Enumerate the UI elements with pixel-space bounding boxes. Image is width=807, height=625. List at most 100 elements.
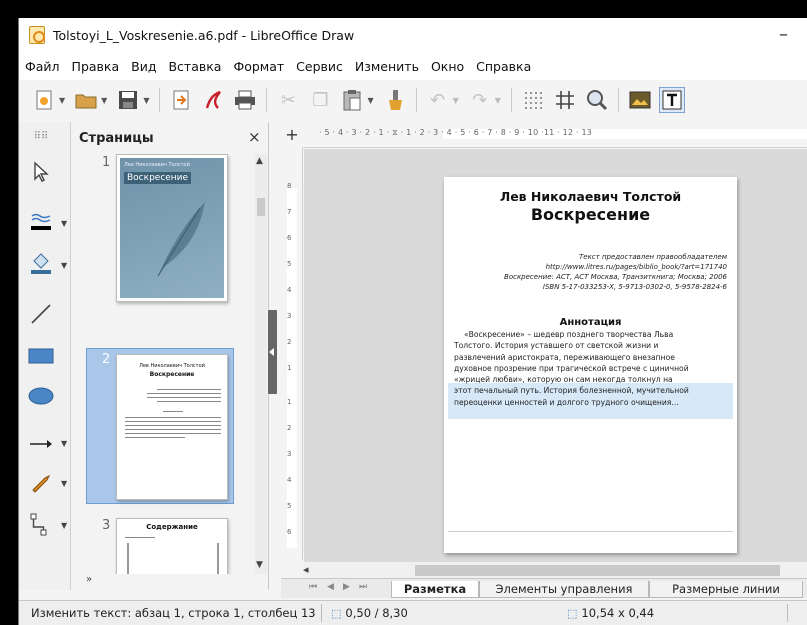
ruler-ticks: · 5 · 4 · 3 · 2 · 1 · ⧖ · 1 · 2 · 3 · 4 … <box>319 128 593 137</box>
vertical-ruler[interactable]: 8 7 6 5 4 3 2 1 1 2 3 4 5 6 <box>281 148 303 560</box>
annotation-body[interactable]: «Воскресение» – шедевр позднего творчест… <box>454 329 727 408</box>
ruler-tick: 6 <box>287 528 292 536</box>
meta-line[interactable]: Воскресение: АСТ, АСТ Москва, Транзиткни… <box>504 273 727 281</box>
export-pdf-icon[interactable] <box>200 87 226 113</box>
meta-line[interactable]: http://www.litres.ru/pages/biblio_book/?… <box>546 263 727 271</box>
tab-dimension-lines[interactable]: Размерные линии <box>649 581 803 598</box>
ruler-origin-icon: + <box>285 125 299 144</box>
last-tab-icon[interactable]: ⏭ <box>359 582 367 592</box>
arrow-line-caret[interactable]: ▼ <box>61 439 67 448</box>
scrollbar-thumb[interactable] <box>415 565 780 576</box>
undo-dropdown-caret[interactable]: ▼ <box>453 96 459 105</box>
new-dropdown-caret[interactable]: ▼ <box>59 96 65 105</box>
page-thumbnail-2[interactable]: Лев Николаевич Толстой Воскресение <box>116 354 228 500</box>
ruler-tick: 1 <box>287 364 292 372</box>
redo-dropdown-caret[interactable]: ▼ <box>495 96 501 105</box>
menu-insert[interactable]: Вставка <box>168 59 221 74</box>
scroll-left-icon[interactable]: ◂ <box>303 563 309 576</box>
ruler-tick: 6 <box>287 234 292 242</box>
status-bar: Изменить текст: абзац 1, строка 1, столб… <box>19 600 807 625</box>
minimize-button[interactable]: – <box>779 24 788 45</box>
open-folder-icon[interactable] <box>73 87 99 113</box>
paste-dropdown-caret[interactable]: ▼ <box>367 96 373 105</box>
scrollbar-thumb[interactable] <box>257 198 265 216</box>
drawing-toolbar: ⠿⠿ ▼ ▼ ▼ ▼ ▼ <box>19 122 71 590</box>
fill-color-caret[interactable]: ▼ <box>61 261 67 270</box>
grid-icon[interactable] <box>520 87 546 113</box>
prev-tab-icon[interactable]: ◀ <box>327 582 334 592</box>
page-thumbnail-3[interactable]: Содержание <box>116 518 228 574</box>
toolbar-grip-icon[interactable]: ⠿⠿ <box>27 122 55 150</box>
toolbar-separator <box>266 88 268 112</box>
arrow-line-icon[interactable] <box>27 430 55 458</box>
next-tab-icon[interactable]: ▶ <box>343 582 350 592</box>
menu-format[interactable]: Формат <box>233 59 284 74</box>
menu-window[interactable]: Окно <box>431 59 464 74</box>
pages-panel-title: Страницы <box>79 131 154 146</box>
document-page[interactable]: Лев Николаевич Толстой Воскресение Текст… <box>444 177 737 553</box>
title-bar: Tolstoyi_L_Voskresenie.a6.pdf - LibreOff… <box>19 18 807 52</box>
open-dropdown-caret[interactable]: ▼ <box>101 96 107 105</box>
export-icon[interactable] <box>168 87 194 113</box>
scroll-down-icon[interactable]: ▼ <box>256 560 263 570</box>
copy-icon[interactable]: ❐ <box>307 87 333 113</box>
line-color-icon[interactable] <box>27 208 55 236</box>
select-icon[interactable] <box>27 158 55 186</box>
menu-view[interactable]: Вид <box>131 59 156 74</box>
connector-caret[interactable]: ▼ <box>61 521 67 530</box>
cover-author: Лев Николаевич Толстой <box>124 162 190 168</box>
fill-color-icon[interactable] <box>27 250 55 278</box>
save-icon[interactable] <box>115 87 141 113</box>
document-title[interactable]: Воскресение <box>444 205 737 224</box>
rectangle-icon[interactable] <box>27 342 55 370</box>
body-line: Толстого. История уставшего от светской … <box>454 341 659 351</box>
menu-file[interactable]: Файл <box>25 59 60 74</box>
close-icon[interactable]: × <box>248 128 261 146</box>
redo-icon[interactable]: ↷ <box>467 87 493 113</box>
paste-icon[interactable] <box>339 87 365 113</box>
print-icon[interactable] <box>232 87 258 113</box>
tab-controls[interactable]: Элементы управления <box>479 581 649 598</box>
line-color-caret[interactable]: ▼ <box>61 219 67 228</box>
connector-icon[interactable] <box>27 510 55 538</box>
line-icon[interactable] <box>27 300 55 328</box>
pages-panel: Страницы × 1 Лев Николаевич Толстой Воск… <box>72 122 269 590</box>
zoom-icon[interactable] <box>584 87 610 113</box>
feather-icon <box>157 202 205 277</box>
menu-tools[interactable]: Сервис <box>296 59 343 74</box>
first-tab-icon[interactable]: ⏮ <box>309 582 317 592</box>
ellipse-icon[interactable] <box>27 382 55 410</box>
curve-caret[interactable]: ▼ <box>61 479 67 488</box>
cut-icon[interactable]: ✂ <box>275 87 301 113</box>
annotation-heading[interactable]: Аннотация <box>444 317 737 328</box>
canvas-horizontal-scrollbar[interactable]: ◂ <box>303 562 807 578</box>
new-document-icon[interactable] <box>31 87 57 113</box>
meta-line[interactable]: ISBN 5-17-033253-X, 5-9713-0302-0, 5-957… <box>543 283 727 291</box>
expand-more-icon[interactable]: » <box>86 574 92 585</box>
menu-modify[interactable]: Изменить <box>355 59 419 74</box>
meta-line[interactable]: Текст предоставлен правообладателем <box>579 253 727 261</box>
page-number: 2 <box>102 352 111 367</box>
pages-scrollbar[interactable]: ▲ ▼ <box>255 154 267 574</box>
menu-help[interactable]: Справка <box>476 59 531 74</box>
helplines-icon[interactable] <box>552 87 578 113</box>
save-dropdown-caret[interactable]: ▼ <box>143 96 149 105</box>
text-box-icon[interactable] <box>658 87 685 113</box>
clone-formatting-icon[interactable] <box>382 87 408 113</box>
image-icon[interactable] <box>627 87 653 113</box>
scroll-up-icon[interactable]: ▲ <box>256 156 263 166</box>
menu-edit[interactable]: Правка <box>72 59 120 74</box>
drawing-canvas[interactable]: Лев Николаевич Толстой Воскресение Текст… <box>304 149 807 562</box>
document-author[interactable]: Лев Николаевич Толстой <box>444 189 737 204</box>
ruler-tick: 1 <box>287 398 292 406</box>
page-thumbnail-1[interactable]: Лев Николаевич Толстой Воскресение <box>116 154 228 302</box>
standard-toolbar: ▼ ▼ ▼ ✂ ❐ ▼ ↶ ▼ ↷ ▼ <box>19 80 807 120</box>
size-status: ⬚ 10,54 x 0,44 <box>567 606 654 620</box>
curve-icon[interactable] <box>27 468 55 496</box>
collapse-sidebar-handle[interactable] <box>268 310 277 394</box>
tab-layout[interactable]: Разметка <box>391 581 479 598</box>
body-line: «жрицей любви», которую он сам некогда т… <box>454 375 673 385</box>
toolbar-separator <box>617 88 619 112</box>
horizontal-ruler[interactable]: · 5 · 4 · 3 · 2 · 1 · ⧖ · 1 · 2 · 3 · 4 … <box>303 122 807 148</box>
undo-icon[interactable]: ↶ <box>425 87 451 113</box>
